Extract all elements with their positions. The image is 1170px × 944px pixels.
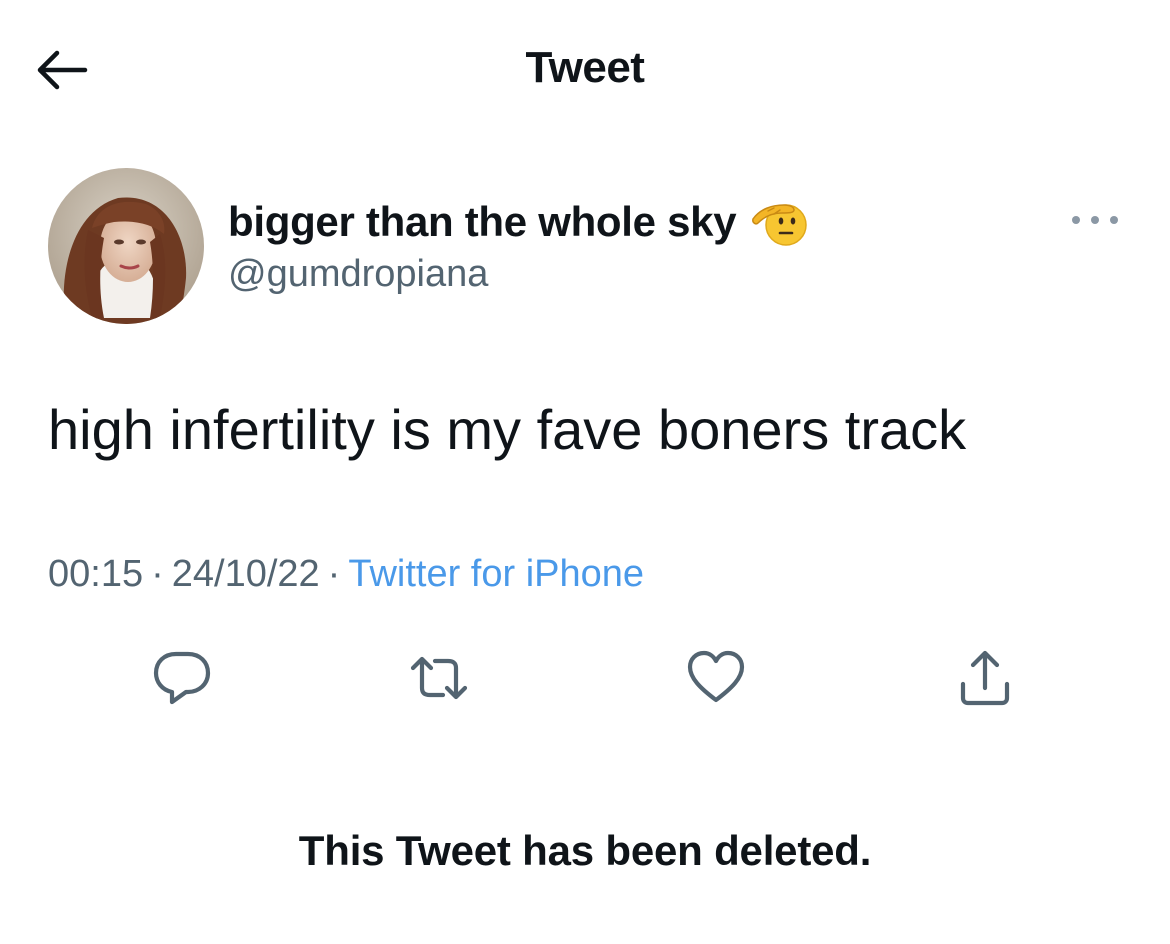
avatar-image xyxy=(48,168,204,324)
share-icon xyxy=(960,650,1010,706)
author-handle[interactable]: @gumdropiana xyxy=(228,248,488,300)
retweet-icon xyxy=(410,656,468,700)
page-title: Tweet xyxy=(525,43,645,92)
author-name-row[interactable]: bigger than the whole sky xyxy=(228,192,808,252)
tweet-detail-screen: Tweet bigger than the whole sky @gumdrop… xyxy=(0,0,1170,944)
meta-separator: · xyxy=(151,553,164,595)
heart-icon xyxy=(687,650,745,703)
tweet-meta: 00:15 · 24/10/22 · Twitter for iPhone xyxy=(48,548,644,600)
reply-button[interactable] xyxy=(150,646,214,710)
tweet-text: high infertility is my fave boners track xyxy=(48,398,967,461)
like-button[interactable] xyxy=(684,646,748,710)
deleted-tweet-notice: This Tweet has been deleted. xyxy=(298,827,872,874)
tweet-time: 00:15 xyxy=(48,553,144,595)
reply-icon xyxy=(153,651,211,705)
more-options-button[interactable] xyxy=(1060,200,1130,240)
tweet-date: 24/10/22 xyxy=(171,553,320,595)
more-horizontal-icon xyxy=(1072,216,1118,224)
saluting-face-emoji xyxy=(752,204,808,246)
retweet-button[interactable] xyxy=(407,646,471,710)
author-display-name: bigger than the whole sky xyxy=(228,198,737,245)
meta-separator: · xyxy=(327,553,341,595)
tweet-source-link[interactable]: Twitter for iPhone xyxy=(348,553,644,595)
avatar[interactable] xyxy=(48,168,204,324)
share-button[interactable] xyxy=(953,646,1017,710)
